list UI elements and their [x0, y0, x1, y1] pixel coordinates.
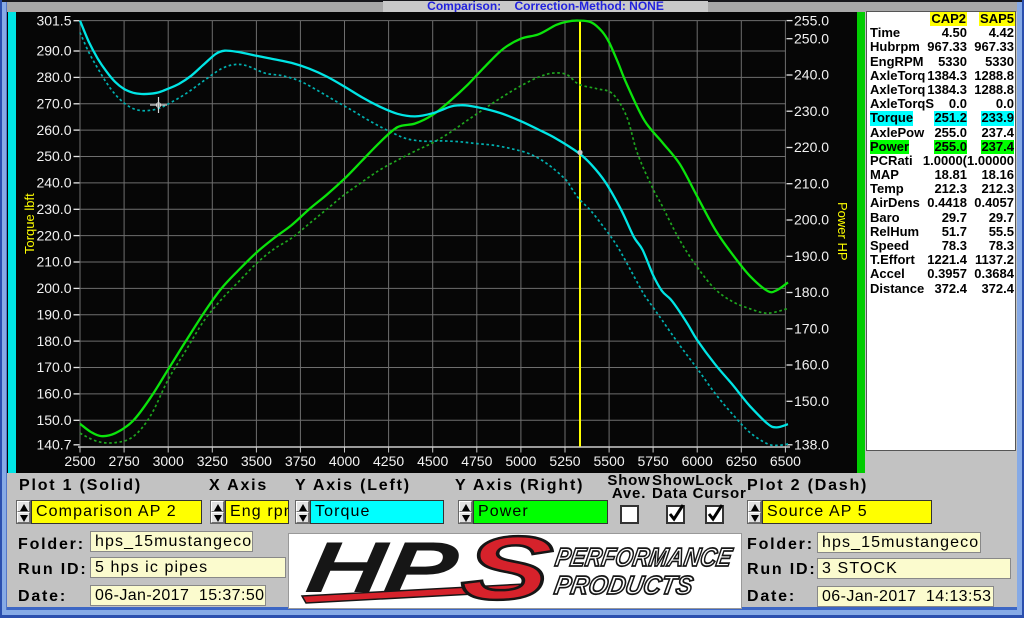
svg-text:4750: 4750 [461, 453, 492, 469]
svg-text:230.0: 230.0 [36, 201, 71, 217]
svg-text:140.7: 140.7 [36, 437, 71, 453]
svg-text:260.0: 260.0 [36, 122, 71, 138]
svg-text:4500: 4500 [417, 453, 448, 469]
svg-text:6250: 6250 [726, 453, 757, 469]
svg-text:200.0: 200.0 [36, 280, 71, 296]
svg-text:250.0: 250.0 [794, 30, 829, 46]
svg-text:301.5: 301.5 [36, 12, 71, 28]
svg-text:190.0: 190.0 [36, 307, 71, 323]
svg-text:4250: 4250 [373, 453, 404, 469]
svg-text:6000: 6000 [682, 453, 713, 469]
svg-text:230.0: 230.0 [794, 103, 829, 119]
svg-text:PERFORMANCE: PERFORMANCE [553, 542, 736, 572]
svg-text:190.0: 190.0 [794, 248, 829, 264]
svg-text:220.0: 220.0 [36, 227, 71, 243]
svg-text:5750: 5750 [638, 453, 669, 469]
svg-text:290.0: 290.0 [36, 43, 71, 59]
svg-text:170.0: 170.0 [36, 359, 71, 375]
svg-text:240.0: 240.0 [794, 67, 829, 83]
svg-text:250.0: 250.0 [36, 148, 71, 164]
svg-text:160.0: 160.0 [794, 357, 829, 373]
svg-text:270.0: 270.0 [36, 96, 71, 112]
svg-text:180.0: 180.0 [794, 284, 829, 300]
svg-text:5000: 5000 [505, 453, 536, 469]
svg-text:255.0: 255.0 [794, 12, 829, 28]
svg-text:220.0: 220.0 [794, 139, 829, 155]
svg-text:S: S [456, 533, 558, 609]
svg-text:3750: 3750 [285, 453, 316, 469]
svg-text:210.0: 210.0 [36, 254, 71, 270]
svg-text:3500: 3500 [241, 453, 272, 469]
svg-text:170.0: 170.0 [794, 321, 829, 337]
svg-text:6500: 6500 [770, 453, 801, 469]
svg-text:Power HP: Power HP [835, 202, 850, 261]
svg-text:2500: 2500 [64, 453, 95, 469]
svg-text:2750: 2750 [109, 453, 140, 469]
svg-text:180.0: 180.0 [36, 333, 71, 349]
svg-text:Torque lbft: Torque lbft [22, 193, 37, 254]
svg-text:3250: 3250 [197, 453, 228, 469]
svg-text:5250: 5250 [549, 453, 580, 469]
svg-text:5500: 5500 [594, 453, 625, 469]
svg-text:138.0: 138.0 [794, 437, 829, 453]
svg-text:240.0: 240.0 [36, 175, 71, 191]
svg-text:150.0: 150.0 [794, 393, 829, 409]
svg-text:200.0: 200.0 [794, 212, 829, 228]
svg-text:210.0: 210.0 [794, 175, 829, 191]
svg-text:150.0: 150.0 [36, 412, 71, 428]
svg-text:PRODUCTS: PRODUCTS [552, 570, 696, 600]
svg-text:4000: 4000 [329, 453, 360, 469]
svg-text:3000: 3000 [153, 453, 184, 469]
svg-text:160.0: 160.0 [36, 386, 71, 402]
svg-text:280.0: 280.0 [36, 69, 71, 85]
